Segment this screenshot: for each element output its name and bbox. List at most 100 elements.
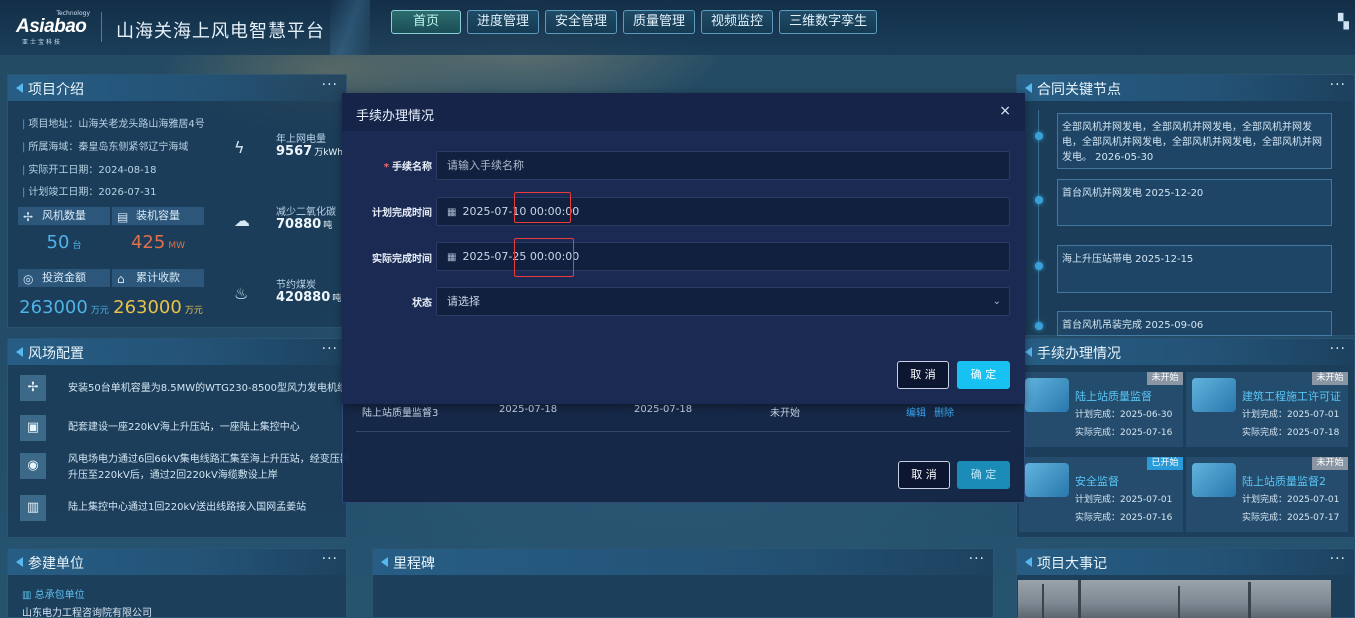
panel-header: 项目介绍 ···	[8, 75, 346, 101]
more-icon[interactable]: ···	[322, 551, 338, 567]
highlight-box	[514, 238, 574, 277]
app-title: 山海关海上风电智慧平台	[116, 21, 325, 42]
turbine-icon: ✢	[23, 210, 34, 224]
substation-icon: ▣	[20, 415, 46, 441]
panel-title: 项目大事记	[1037, 556, 1107, 572]
participant-company: 山东电力工程咨询院有限公司	[22, 608, 152, 618]
user-icon[interactable]: ▚	[1338, 14, 1350, 34]
timeline-dot	[1035, 132, 1043, 140]
table-cell: 2025-07-18	[634, 404, 693, 415]
procedure-name-input[interactable]: 请输入手续名称	[436, 151, 1010, 180]
nav-quality[interactable]: 质量管理	[623, 10, 696, 34]
turbine-icon: ✢	[20, 375, 46, 401]
arrow-left-icon	[16, 347, 23, 357]
more-icon[interactable]: ···	[1330, 341, 1346, 357]
plan-date-label: 计划完成时间	[372, 208, 432, 219]
status-label: 状态	[412, 298, 432, 309]
lightning-icon: ϟ	[234, 138, 245, 157]
more-icon[interactable]: ···	[969, 551, 985, 567]
logo-main-text: Asiabao	[16, 16, 87, 37]
info-finish-date: | 计划竣工日期：2026-07-31	[22, 187, 157, 198]
top-header: Technology Asiabao 亚士宝科技 山海关海上风电智慧平台 首页 …	[0, 0, 1355, 55]
procedure-form-dialog: 手续办理情况 × * 手续名称 请输入手续名称 计划完成时间 ▦ 2025-07-1…	[342, 93, 1025, 404]
building-icon: ▥	[20, 495, 46, 521]
info-address: | 项目地址：山海关老龙头路山海雅居4号	[22, 119, 205, 130]
panel-header: 里程碑 ···	[373, 549, 993, 575]
money-icon: ◎	[23, 272, 34, 286]
document-icon	[1192, 463, 1236, 497]
participants-panel: 参建单位 ··· ▥ 总承包单位 山东电力工程咨询院有限公司	[7, 548, 347, 618]
close-icon[interactable]: ×	[999, 103, 1011, 119]
event-photo[interactable]	[1018, 580, 1331, 618]
panel-header: 手续办理情况 ···	[1017, 339, 1354, 365]
eco-coal: ♨ 节约煤炭 420880 吨	[234, 280, 342, 305]
contract-node-card: 首台风机并网发电 2025-12-20	[1057, 179, 1332, 226]
status-select[interactable]: 请选择 ⌄	[436, 287, 1010, 316]
flame-icon: ♨	[234, 284, 249, 303]
battery-icon: ▤	[117, 210, 129, 224]
calendar-icon: ▦	[447, 252, 457, 263]
calendar-icon: ▦	[447, 207, 457, 218]
table-row-divider	[356, 431, 1010, 432]
procedure-card[interactable]: 未开始 建筑工程施工许可证 计划完成：2025-07-01 实际完成：2025-…	[1186, 372, 1348, 447]
wind-config-panel: 风场配置 ··· ✢ 安装50台单机容量为8.5MW的WTG230-8500型风…	[7, 338, 350, 538]
document-icon	[1025, 378, 1069, 412]
nav-safety[interactable]: 安全管理	[545, 10, 618, 34]
house-icon: ⌂	[117, 272, 125, 286]
panel-title: 参建单位	[28, 556, 84, 572]
document-icon	[1025, 463, 1069, 497]
nav-video[interactable]: 视频监控	[701, 10, 774, 34]
name-label: * 手续名称	[383, 162, 432, 173]
arrow-left-icon	[1025, 347, 1032, 357]
nav-home[interactable]: 首页	[391, 10, 461, 34]
panel-title: 项目介绍	[28, 82, 84, 98]
procedure-card[interactable]: 未开始 陆上站质量监督 计划完成：2025-06-30 实际完成：2025-07…	[1019, 372, 1183, 447]
more-icon[interactable]: ···	[322, 341, 338, 357]
table-cell: 陆上站质量监督3	[362, 408, 439, 419]
edit-link[interactable]: 编辑	[906, 404, 926, 419]
arrow-left-icon	[1025, 83, 1032, 93]
panel-title: 里程碑	[393, 556, 435, 572]
table-cell: 未开始	[770, 408, 800, 419]
eco-energy: ϟ 年上网电量 9567 万kWh	[234, 134, 344, 159]
participant-role: ▥ 总承包单位	[22, 590, 85, 601]
table-cell: 2025-07-18	[499, 404, 558, 415]
stat-capacity: ▤ 装机容量 425 MW	[108, 205, 204, 259]
status-badge: 未开始	[1147, 372, 1183, 385]
procedure-card[interactable]: 未开始 陆上站质量监督2 计划完成：2025-07-01 实际完成：2025-0…	[1186, 457, 1348, 532]
list-ok-button[interactable]: 确 定	[957, 461, 1010, 489]
more-icon[interactable]: ···	[1330, 77, 1346, 93]
main-nav: 首页 进度管理 安全管理 质量管理 视频监控 三维数字孪生	[391, 10, 878, 34]
stat-turbine-count: ✢ 风机数量 50 台	[14, 205, 110, 259]
timeline-dot	[1035, 322, 1043, 330]
cancel-button[interactable]: 取 消	[897, 361, 949, 389]
eco-co2: ☁ 减少二氧化碳 70880 吨	[234, 207, 336, 232]
panel-title: 手续办理情况	[1037, 346, 1121, 362]
panel-header: 参建单位 ···	[8, 549, 346, 575]
stat-received: ⌂ 累计收款 263000 万元	[112, 269, 204, 318]
more-icon[interactable]: ···	[1330, 551, 1346, 567]
more-icon[interactable]: ···	[322, 77, 338, 93]
list-cancel-button[interactable]: 取 消	[898, 461, 950, 489]
panel-header: 合同关键节点 ···	[1017, 75, 1354, 101]
nav-digital-twin[interactable]: 三维数字孪生	[779, 10, 878, 34]
header-decoration	[330, 0, 370, 55]
project-intro-panel: 项目介绍 ··· | 项目地址：山海关老龙头路山海雅居4号 | 所属海域：秦皇岛东侧…	[7, 74, 347, 328]
arrow-left-icon	[381, 557, 388, 567]
contract-node-card: 首台风机吊装完成 2025-09-06	[1057, 311, 1332, 336]
nav-progress[interactable]: 进度管理	[467, 10, 540, 34]
chevron-down-icon: ⌄	[992, 296, 1001, 307]
panel-title: 风场配置	[28, 346, 84, 362]
confirm-button[interactable]: 确 定	[957, 361, 1010, 389]
dialog-title: 手续办理情况	[356, 109, 435, 124]
info-start-date: | 实际开工日期：2024-08-18	[22, 165, 157, 176]
arrow-left-icon	[1025, 557, 1032, 567]
delete-link[interactable]: 删除	[934, 404, 954, 419]
company-logo: Technology Asiabao 亚士宝科技	[14, 10, 90, 46]
status-badge: 已开始	[1147, 457, 1183, 470]
procedure-card[interactable]: 已开始 安全监督 计划完成：2025-07-01 实际完成：2025-07-16	[1019, 457, 1183, 532]
logo-divider	[101, 12, 102, 42]
contract-node-card: 全部风机并网发电，全部风机并网发电，全部风机并网发电，全部风机并网发电，全部风机…	[1057, 113, 1332, 169]
panel-header: 项目大事记 ···	[1017, 549, 1354, 575]
timeline-dot	[1035, 262, 1043, 270]
